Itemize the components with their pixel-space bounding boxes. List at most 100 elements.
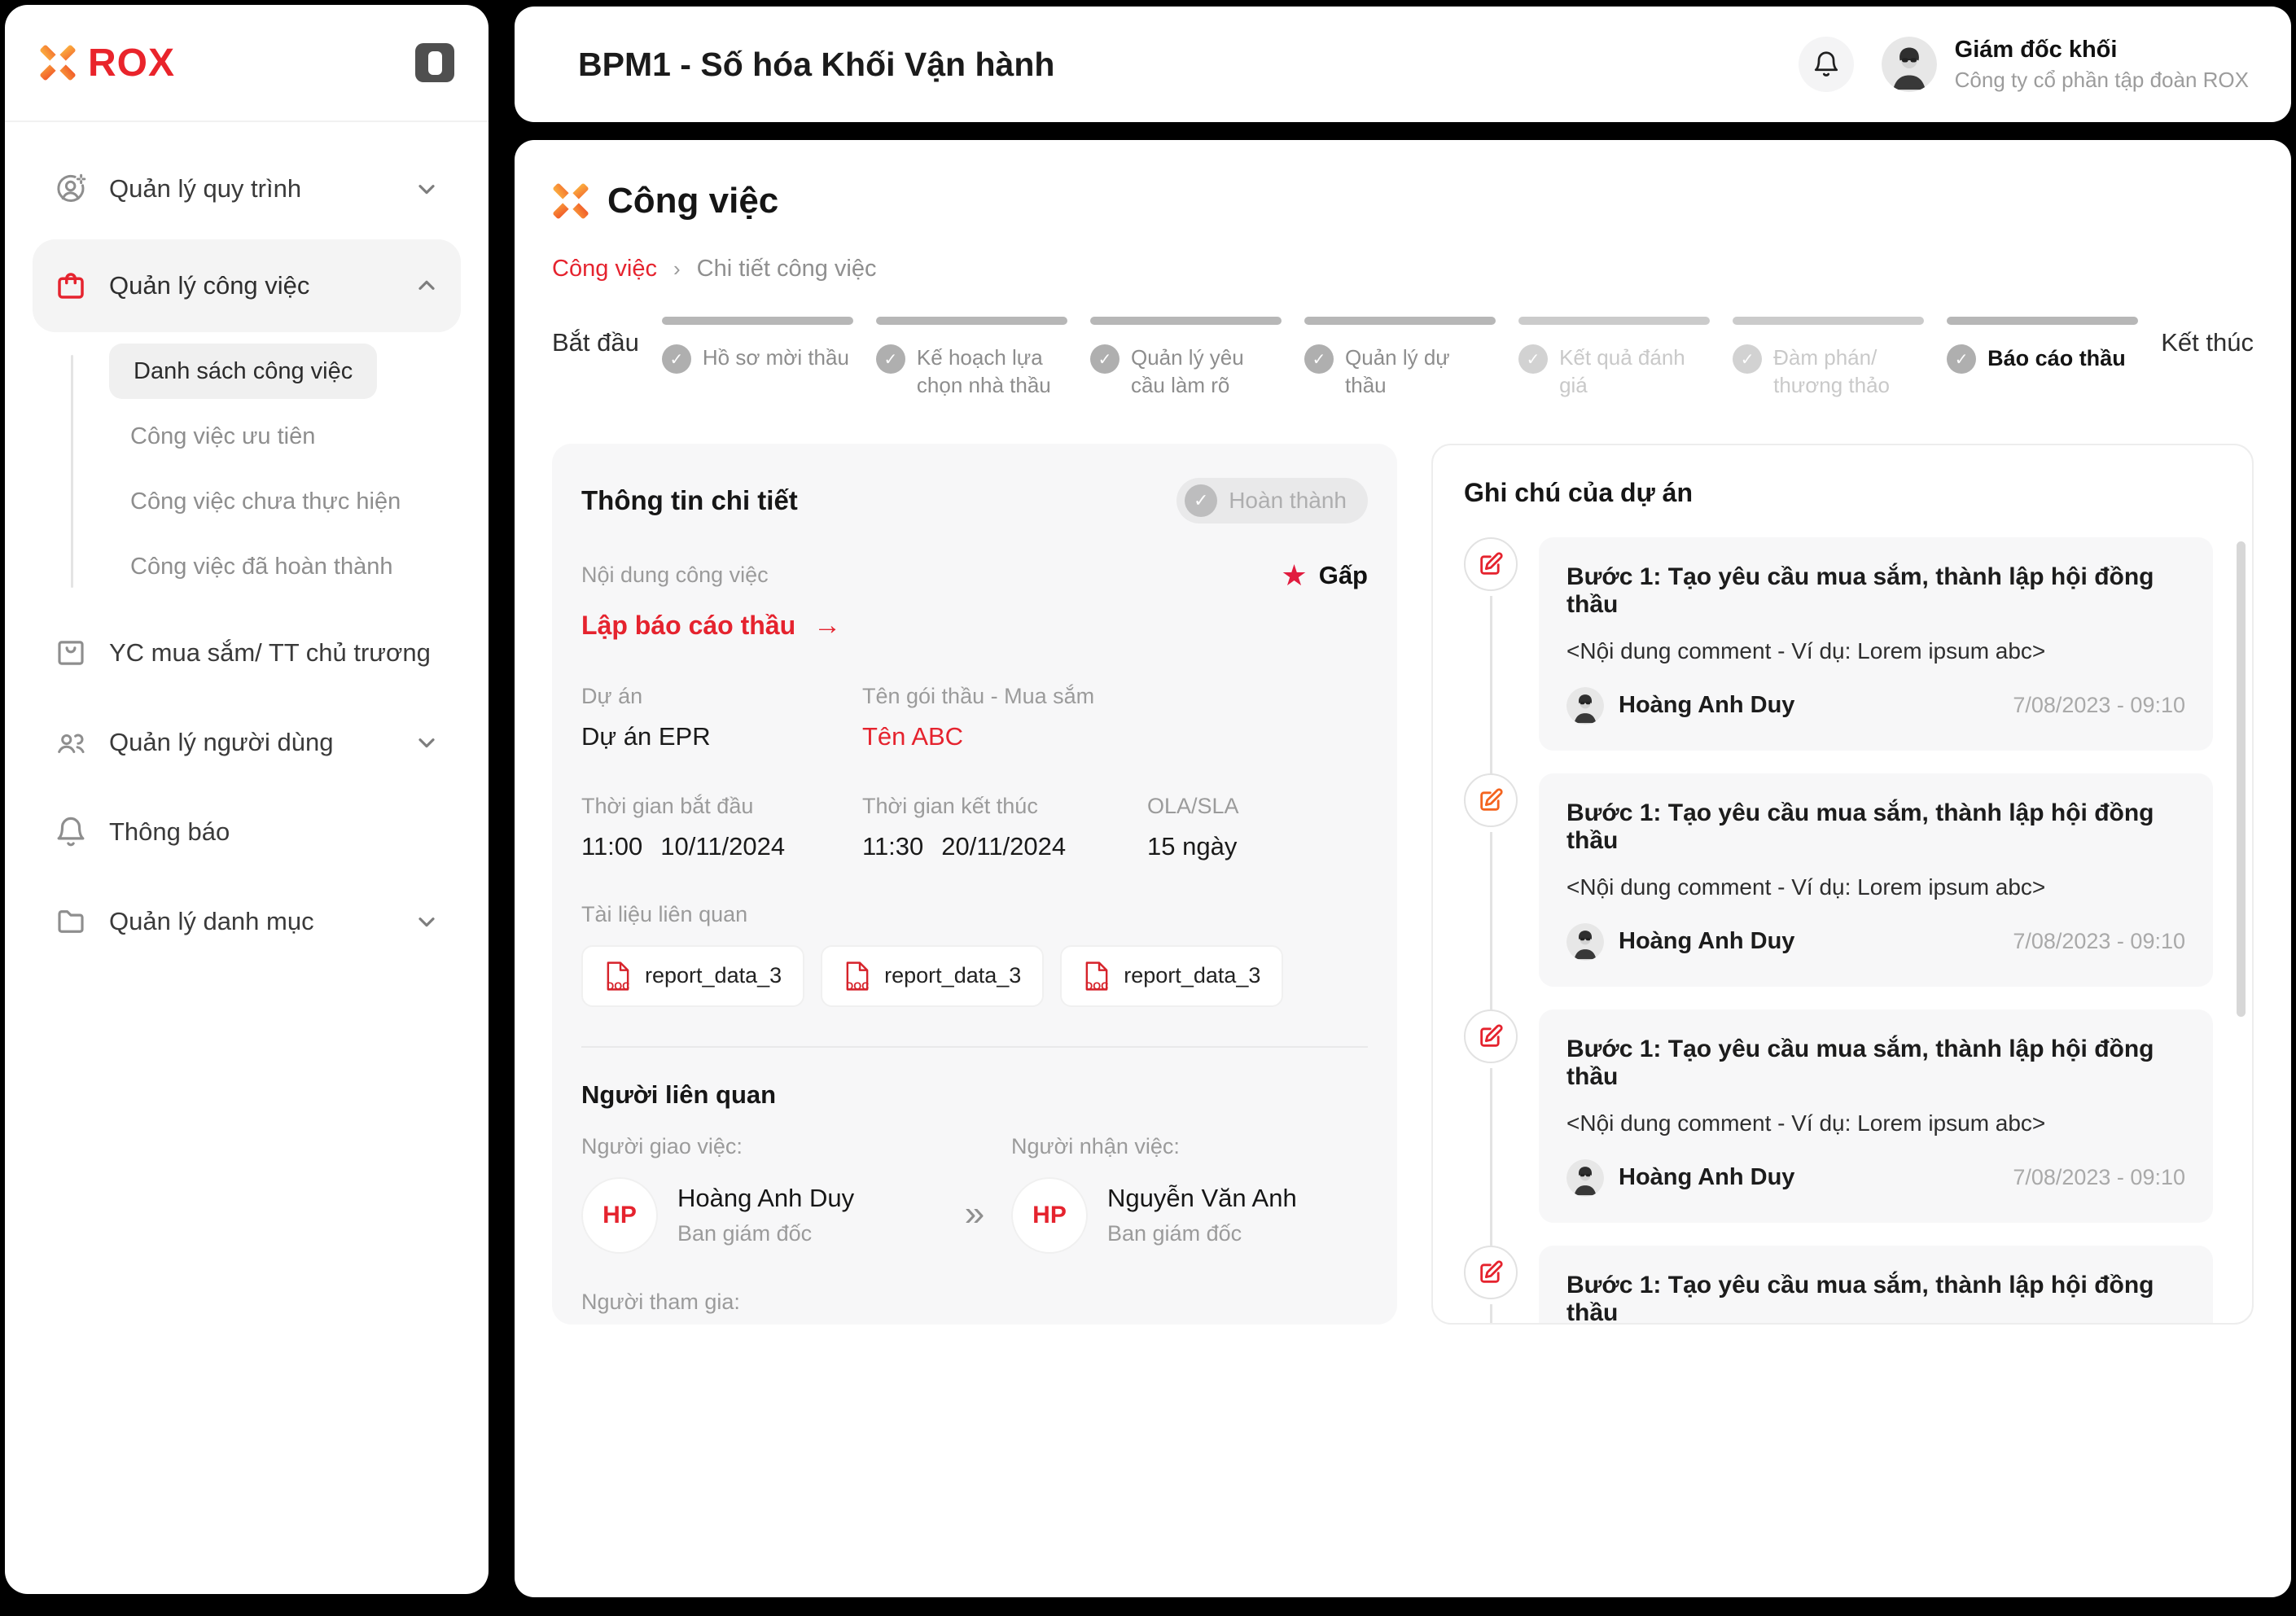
- step-check-icon: ✓: [1947, 344, 1976, 374]
- sidebar-item-quan-ly-danh-muc[interactable]: Quản lý danh mục: [33, 882, 461, 961]
- project-value: Dự án EPR: [581, 722, 862, 751]
- sidebar-item-label: Thông báo: [109, 817, 230, 847]
- assigner-role: Ban giám đốc: [677, 1221, 854, 1246]
- note-item: Bước 1: Tạo yêu cầu mua sắm, thành lập h…: [1464, 1246, 2213, 1325]
- star-icon: ★: [1281, 561, 1307, 590]
- note-author-name: Hoàng Anh Duy: [1619, 1164, 1794, 1191]
- assignee-block: Người nhận việc: HP Nguyễn Văn Anh Ban g…: [1011, 1134, 1368, 1254]
- transfer-chevrons-icon: »: [938, 1134, 1011, 1254]
- stepper-step[interactable]: ✓ Báo cáo thầu: [1947, 317, 2138, 400]
- project-label: Dự án: [581, 684, 862, 709]
- sidebar-subitem[interactable]: Công việc đã hoàn thành: [109, 534, 461, 599]
- note-box[interactable]: Bước 1: Tạo yêu cầu mua sắm, thành lập h…: [1539, 537, 2213, 751]
- ola-sla-value: 15 ngày: [1147, 832, 1368, 861]
- assigner-name: Hoàng Anh Duy: [677, 1184, 854, 1213]
- user-menu[interactable]: Giám đốc khối Công ty cổ phần tập đoàn R…: [1882, 37, 2249, 93]
- sidebar-subitem[interactable]: Danh sách công việc: [109, 344, 377, 399]
- people-grid: Người giao việc: HP Hoàng Anh Duy Ban gi…: [581, 1134, 1368, 1254]
- breadcrumb-cong-viec[interactable]: Công việc: [552, 256, 657, 282]
- document-chip[interactable]: report_data_3: [1060, 945, 1283, 1007]
- bell-icon: [1812, 50, 1841, 79]
- chevron-down-icon: [414, 909, 440, 935]
- step-label: Hồ sơ mời thầu: [703, 344, 849, 372]
- folder-icon: [54, 904, 88, 939]
- sidebar-collapse-button[interactable]: [415, 43, 454, 82]
- note-comment: <Nội dung comment - Ví dụ: Lorem ipsum a…: [1566, 874, 2185, 900]
- end-date: 20/11/2024: [941, 832, 1066, 861]
- breadcrumb: Công việc › Chi tiết công việc: [552, 256, 2254, 282]
- step-label: Đàm phán/ thương thảo: [1773, 344, 1924, 400]
- sidebar-subitem[interactable]: Công việc chưa thực hiện: [109, 469, 461, 534]
- step-check-icon: ✓: [1090, 344, 1120, 374]
- stepper-step[interactable]: ✓ Quản lý yêu cầu làm rõ: [1090, 317, 1282, 400]
- process-user-gear-icon: [54, 172, 88, 206]
- topbar-actions: Giám đốc khối Công ty cổ phần tập đoàn R…: [1799, 37, 2249, 93]
- doc-file-icon: [1083, 960, 1111, 992]
- stepper-step[interactable]: ✓ Quản lý dự thầu: [1304, 317, 1496, 400]
- sidebar-subitem-label: Công việc chưa thực hiện: [130, 488, 401, 515]
- sidebar-item-quan-ly-quy-trinh[interactable]: Quản lý quy trình: [33, 150, 461, 228]
- sidebar-subitem-label: Công việc đã hoàn thành: [130, 554, 392, 580]
- timeline-node: [1464, 773, 1518, 987]
- sidebar-menu: Quản lý quy trình Quản lý công việc Danh…: [5, 122, 489, 1000]
- task-link[interactable]: Lập báo cáo thầu →: [581, 610, 1368, 642]
- stepper-step[interactable]: ✓ Kết quả đánh giá: [1518, 317, 1710, 400]
- note-box[interactable]: Bước 1: Tạo yêu cầu mua sắm, thành lập h…: [1539, 1246, 2213, 1325]
- sidebar: ROX Quản lý quy trình Quản lý công việc …: [5, 5, 489, 1594]
- note-timestamp: 7/08/2023 - 09:10: [2013, 1165, 2185, 1190]
- sidebar-item-label: YC mua sắm/ TT chủ trương: [109, 638, 431, 668]
- people-section-title: Người liên quan: [581, 1080, 1368, 1110]
- assignee-person: HP Nguyễn Văn Anh Ban giám đốc: [1011, 1177, 1368, 1254]
- step-progress-bar: [1090, 317, 1282, 325]
- assignee-avatar: HP: [1011, 1177, 1088, 1254]
- section-divider: [581, 1046, 1368, 1048]
- stepper-step[interactable]: ✓ Kế hoạch lựa chọn nhà thầu: [876, 317, 1067, 400]
- stepper-steps: ✓ Hồ sơ mời thầu ✓ Kế hoạch lựa chọn nhà…: [662, 317, 2138, 400]
- note-author-name: Hoàng Anh Duy: [1619, 692, 1794, 719]
- document-chip[interactable]: report_data_3: [821, 945, 1044, 1007]
- sidebar-item-thong-bao[interactable]: Thông báo: [33, 793, 461, 871]
- timeline-node: [1464, 1246, 1518, 1325]
- start-time-label: Thời gian bắt đầu: [581, 794, 862, 819]
- end-time-label: Thời gian kết thúc: [862, 794, 1147, 819]
- notes-card-title: Ghi chú của dự án: [1464, 478, 2252, 508]
- step-check-icon: ✓: [1304, 344, 1334, 374]
- package-value[interactable]: Tên ABC: [862, 722, 1147, 751]
- notes-scrollbar[interactable]: [2237, 541, 2246, 1017]
- main-content: Công việc Công việc › Chi tiết công việc…: [515, 140, 2291, 1597]
- sidebar-item-quan-ly-cong-viec[interactable]: Quản lý công việc: [33, 239, 461, 332]
- rox-logo-text: ROX: [88, 41, 175, 85]
- note-item: Bước 1: Tạo yêu cầu mua sắm, thành lập h…: [1464, 1009, 2213, 1223]
- step-label: Kế hoạch lựa chọn nhà thầu: [917, 344, 1067, 400]
- document-chip[interactable]: report_data_3: [581, 945, 804, 1007]
- note-box[interactable]: Bước 1: Tạo yêu cầu mua sắm, thành lập h…: [1539, 1009, 2213, 1223]
- page-header: Công việc: [552, 181, 2254, 221]
- step-progress-bar: [1518, 317, 1710, 325]
- stepper-step[interactable]: ✓ Hồ sơ mời thầu: [662, 317, 853, 400]
- doc-file-icon: [843, 960, 871, 992]
- rox-logo: ROX: [39, 41, 175, 85]
- avatar: [1882, 37, 1937, 92]
- stepper-step[interactable]: ✓ Đàm phán/ thương thảo: [1733, 317, 1924, 400]
- sidebar-item-yc-mua-sam[interactable]: YC mua sắm/ TT chủ trương: [33, 614, 461, 692]
- sidebar-item-label: Quản lý công việc: [109, 271, 309, 300]
- package-label: Tên gói thầu - Mua sắm: [862, 684, 1147, 709]
- note-item: Bước 1: Tạo yêu cầu mua sắm, thành lập h…: [1464, 537, 2213, 751]
- note-comment: <Nội dung comment - Ví dụ: Lorem ipsum a…: [1566, 1110, 2185, 1136]
- breadcrumb-separator-icon: ›: [673, 256, 681, 282]
- edit-icon: [1464, 537, 1518, 591]
- sidebar-subitem[interactable]: Công việc ưu tiên: [109, 404, 461, 469]
- notifications-button[interactable]: [1799, 37, 1854, 92]
- sidebar-item-quan-ly-nguoi-dung[interactable]: Quản lý người dùng: [33, 703, 461, 782]
- process-stepper: Bắt đầu ✓ Hồ sơ mời thầu ✓ Kế hoạch lựa …: [552, 317, 2254, 400]
- stepper-start-label: Bắt đầu: [552, 317, 639, 357]
- rox-x-icon: [552, 182, 589, 220]
- chevron-down-icon: [414, 729, 440, 755]
- breadcrumb-chi-tiet: Chi tiết công việc: [697, 256, 877, 282]
- note-title: Bước 1: Tạo yêu cầu mua sắm, thành lập h…: [1566, 799, 2185, 855]
- note-box[interactable]: Bước 1: Tạo yêu cầu mua sắm, thành lập h…: [1539, 773, 2213, 987]
- note-author-avatar: [1566, 1159, 1604, 1197]
- start-time-value: 11:00 10/11/2024: [581, 832, 862, 861]
- briefcase-icon: [54, 269, 88, 303]
- step-label: Quản lý dự thầu: [1345, 344, 1496, 400]
